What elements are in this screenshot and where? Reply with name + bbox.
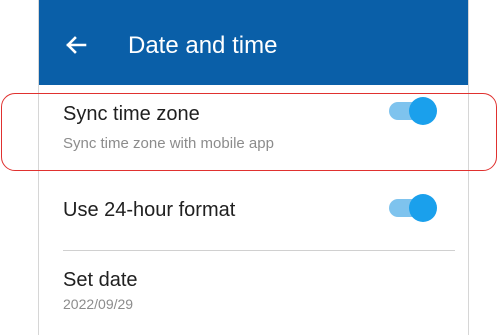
- arrow-left-icon: [66, 36, 87, 54]
- setting-row-24-hour-format[interactable]: Use 24-hour format: [39, 180, 468, 250]
- setting-title: Use 24-hour format: [63, 199, 236, 221]
- set-date-value: 2022/09/29: [63, 296, 134, 312]
- 24-hour-format-toggle[interactable]: [387, 193, 437, 223]
- setting-title: Set date: [63, 269, 138, 291]
- setting-row-sync-time-zone[interactable]: Sync time zone Sync time zone with mobil…: [39, 85, 468, 165]
- toggle-thumb: [409, 97, 437, 125]
- settings-panel: Date and time Sync time zone Sync time z…: [38, 0, 469, 335]
- app-bar: Date and time: [39, 0, 468, 85]
- setting-subtitle: Sync time zone with mobile app: [63, 135, 274, 152]
- page-title: Date and time: [128, 32, 278, 59]
- sync-time-zone-toggle[interactable]: [387, 96, 437, 126]
- toggle-thumb: [409, 194, 437, 222]
- back-button[interactable]: [61, 30, 91, 60]
- setting-row-set-date[interactable]: Set date 2022/09/29: [39, 251, 468, 335]
- setting-title: Sync time zone: [63, 103, 200, 125]
